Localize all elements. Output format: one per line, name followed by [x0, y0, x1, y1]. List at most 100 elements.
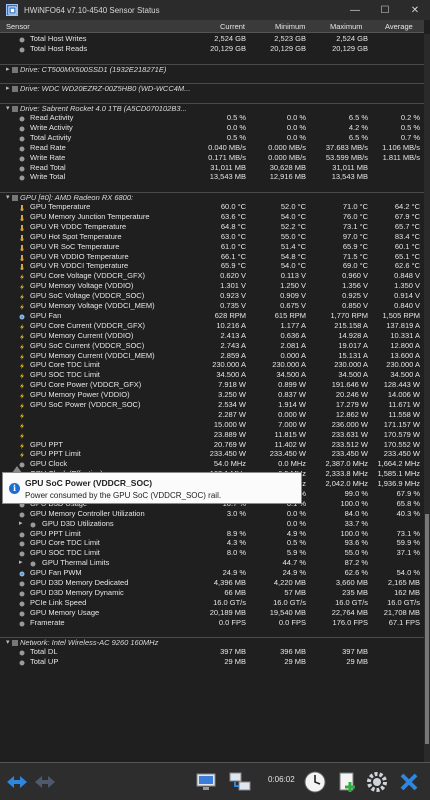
sensor-row[interactable]: Write Total 13,543 MB 12,916 MB 13,543 MB — [0, 172, 424, 182]
sensor-row[interactable]: 23.889 W 11.815 W 233.631 W 170.579 W — [0, 430, 424, 440]
sensor-row[interactable]: Write Activity 0.0 % 0.0 % 4.2 % 0.5 % — [0, 123, 424, 133]
sensor-row[interactable]: Total Host Reads 20,129 GB 20,129 GB 20,129… — [0, 44, 424, 54]
column-average[interactable]: Average — [385, 22, 413, 31]
network-report-button[interactable] — [192, 768, 220, 796]
sensor-row[interactable]: Total DL 397 MB 396 MB 397 MB — [0, 647, 424, 657]
sensor-row[interactable]: GPU Memory Voltage (VDDIO) 1.301 V 1.250 V… — [0, 281, 424, 291]
maximum-value: 0.925 V — [342, 291, 368, 301]
sensor-row[interactable]: Total Host Writes 2,524 GB 2,523 GB 2,524 G… — [0, 34, 424, 44]
sensor-row[interactable]: GPU VR SoC Temperature 61.0 °C 51.4 °C 65.9… — [0, 242, 424, 252]
sensor-row[interactable]: GPU SOC TDC Limit 34.500 A 34.500 A 34.500 … — [0, 370, 424, 380]
sensor-subgroup-row[interactable]: ▸ GPU D3D Utilizations 0.0 % 33.7 % — [0, 519, 424, 529]
sensor-row[interactable]: GPU SoC Voltage (VDDCR_SOC) 0.923 V 0.909 … — [0, 291, 424, 301]
sensor-row[interactable]: GPU D3D Memory Dynamic 66 MB 57 MB 235 MB 16… — [0, 588, 424, 598]
sensor-list[interactable]: Total Host Writes 2,524 GB 2,523 GB 2,524 G… — [0, 34, 424, 762]
column-maximum[interactable]: Maximum — [330, 22, 363, 31]
sensor-row[interactable]: GPU D3D Memory Dedicated 4,396 MB 4,220 MB… — [0, 578, 424, 588]
expand-toggle-icon[interactable]: ▸ — [6, 65, 10, 75]
expand-toggle-icon[interactable]: ▸ — [6, 84, 10, 94]
sensor-row[interactable]: Write Rate 0.171 MB/s 0.000 MB/s 53.599 MB/… — [0, 153, 424, 163]
sensor-row[interactable]: Framerate 0.0 FPS 0.0 FPS 176.0 FPS 67.1 FPS — [0, 618, 424, 628]
navigate-back-forward-button[interactable] — [4, 768, 30, 796]
sensor-row[interactable]: GPU PPT Limit 8.9 % 4.9 % 100.0 % 73.1 % — [0, 529, 424, 539]
sensor-row[interactable]: GPU Memory Power (VDDIO) 3.250 W 0.837 W 20… — [0, 390, 424, 400]
gear-icon — [367, 772, 387, 792]
average-value: 62.6 °C — [394, 261, 420, 271]
sensor-row[interactable]: GPU Core Voltage (VDDCR_GFX) 0.620 V 0.113… — [0, 271, 424, 281]
sensor-row[interactable]: GPU Clock 54.0 MHz 0.0 MHz 2,387.0 MHz 1,664… — [0, 459, 424, 469]
sensor-row[interactable]: GPU Memory Junction Temperature 63.6 °C 54… — [0, 212, 424, 222]
maximum-value: 2,333.8 MHz — [325, 469, 368, 479]
sensor-row[interactable]: GPU SoC Power (VDDCR_SOC) 2.534 W 1.914 W 1… — [0, 400, 424, 410]
sensor-row[interactable]: Total Activity 0.5 % 0.0 % 6.5 % 0.7 % — [0, 133, 424, 143]
sensor-row[interactable]: GPU Hot Spot Temperature 63.0 °C 55.0 °C 97… — [0, 232, 424, 242]
sensor-row[interactable]: GPU Memory Voltage (VDDCI_MEM) 0.735 V 0.6… — [0, 301, 424, 311]
sensor-row[interactable]: GPU Memory Usage 20,189 MB 19,540 MB 22,764… — [0, 608, 424, 618]
blank-row — [0, 93, 424, 103]
sensor-row[interactable]: GPU Core TDC Limit 4.3 % 0.5 % 93.6 % 59.9 % — [0, 538, 424, 548]
vertical-scrollbar[interactable] — [424, 34, 430, 762]
sensor-row[interactable]: GPU VR VDDCI Temperature 65.9 °C 54.0 °C 69… — [0, 261, 424, 271]
average-value: 1.106 MB/s — [382, 142, 420, 152]
clock-icon — [30, 521, 36, 528]
maximum-value: 0.850 V — [342, 301, 368, 311]
sensor-group-row[interactable]: ▾ Drive: Sabrent Rocket 4.0 1TB (A5CD0701… — [0, 103, 424, 113]
sensor-row[interactable]: GPU SOC TDC Limit 8.0 % 5.9 % 55.0 % 37.1 % — [0, 548, 424, 558]
sensor-row[interactable]: GPU Fan PWM 24.9 % 24.9 % 62.6 % 54.0 % — [0, 568, 424, 578]
sensor-row[interactable]: GPU Fan 628 RPM 615 RPM 1,770 RPM 1,505 RPM — [0, 311, 424, 321]
reset-timer-button[interactable] — [302, 768, 328, 796]
sensor-row[interactable]: Total UP 29 MB 29 MB 29 MB — [0, 657, 424, 667]
sensor-row[interactable]: Read Total 31,011 MB 30,628 MB 31,011 MB — [0, 163, 424, 173]
close-sensors-button[interactable] — [396, 768, 422, 796]
close-button[interactable]: ✕ — [400, 0, 430, 20]
average-value: 1,505 RPM — [382, 310, 420, 320]
sensor-row[interactable]: GPU VR VDDIO Temperature 66.1 °C 54.8 °C 71… — [0, 252, 424, 262]
column-minimum[interactable]: Minimum — [275, 22, 305, 31]
average-value: 0.5 % — [400, 123, 420, 133]
sensor-label: Write Total — [30, 172, 66, 182]
sensor-row[interactable]: GPU PPT Limit 233.450 W 233.450 W 233.450 W… — [0, 449, 424, 459]
collapse-expand-button[interactable] — [32, 768, 58, 796]
sensor-row[interactable]: 2.287 W 0.000 W 12.862 W 11.558 W — [0, 410, 424, 420]
sensor-label: GPU SOC TDC Limit — [30, 370, 100, 380]
minimize-button[interactable]: — — [340, 0, 370, 20]
sensor-row[interactable]: 15.000 W 7.000 W 236.000 W 171.157 W — [0, 420, 424, 430]
sensor-row[interactable]: GPU Core Power (VDDCR_GFX) 7.918 W 0.899 W… — [0, 380, 424, 390]
column-sensor[interactable]: Sensor — [6, 22, 30, 31]
clock-icon — [19, 174, 25, 181]
sensor-group-row[interactable]: ▾ GPU [#0]: AMD Radeon RX 6800: — [0, 192, 424, 202]
clock-icon — [19, 600, 25, 607]
column-current[interactable]: Current — [220, 22, 245, 31]
sensor-group-row[interactable]: ▸ Drive: WDC WD20EZRZ-00Z5HB0 (WD-WCC4M..… — [0, 83, 424, 93]
expand-toggle-icon[interactable]: ▸ — [19, 558, 23, 568]
sensor-row[interactable]: GPU Temperature 60.0 °C 52.0 °C 71.0 °C 64.2… — [0, 202, 424, 212]
sensor-row[interactable]: GPU Memory Controller Utilization 3.0 % 0.… — [0, 509, 424, 519]
maximum-value: 76.0 °C — [342, 212, 368, 222]
maximize-button[interactable]: ☐ — [370, 0, 400, 20]
sensor-group-row[interactable]: ▸ Drive: CT500MX500SSD1 (1932E218271E) — [0, 63, 424, 75]
sensor-row[interactable]: GPU Memory Current (VDDIO) 2.413 A 0.636 A… — [0, 331, 424, 341]
sensor-row[interactable]: GPU Core Current (VDDCR_GFX) 10.216 A 1.17… — [0, 321, 424, 331]
sensor-subgroup-row[interactable]: ▸ GPU Thermal Limits 44.7 % 87.2 % — [0, 558, 424, 568]
network-connect-button[interactable] — [226, 768, 254, 796]
sensor-label: GPU PPT — [30, 439, 63, 449]
sensor-row[interactable]: Read Activity 0.5 % 0.0 % 6.5 % 0.2 % — [0, 113, 424, 123]
settings-button[interactable] — [364, 768, 390, 796]
add-logfile-button[interactable] — [334, 768, 360, 796]
maximum-value: 34.500 A — [338, 370, 368, 380]
scrollbar-thumb[interactable] — [425, 514, 429, 744]
maximum-value: 6.5 % — [348, 113, 368, 123]
sensor-row[interactable]: PCIe Link Speed 16.0 GT/s 16.0 GT/s 16.0 GT… — [0, 598, 424, 608]
maximum-value: 20,129 GB — [332, 43, 368, 53]
sensor-label: GPU Core TDC Limit — [30, 538, 100, 548]
bolt-icon — [19, 333, 25, 340]
sensor-row[interactable]: GPU Memory Current (VDDCI_MEM) 2.859 A 0.0… — [0, 351, 424, 361]
sensor-row[interactable]: GPU SoC Current (VDDCR_SOC) 2.743 A 2.081 … — [0, 341, 424, 351]
sensor-row[interactable]: Read Rate 0.040 MB/s 0.000 MB/s 37.683 MB/s… — [0, 143, 424, 153]
current-value: 66 MB — [224, 587, 246, 597]
sensor-row[interactable]: GPU Core TDC Limit 230.000 A 230.000 A 230.… — [0, 360, 424, 370]
sensor-row[interactable]: GPU PPT 20.769 W 11.402 W 233.512 W 170.552 … — [0, 440, 424, 450]
expand-toggle-icon[interactable]: ▸ — [19, 519, 23, 529]
sensor-group-row[interactable]: ▾ Network: Intel Wireless-AC 9260 160MHz — [0, 637, 424, 647]
sensor-row[interactable]: GPU VR VDDC Temperature 64.8 °C 52.2 °C 73.… — [0, 222, 424, 232]
